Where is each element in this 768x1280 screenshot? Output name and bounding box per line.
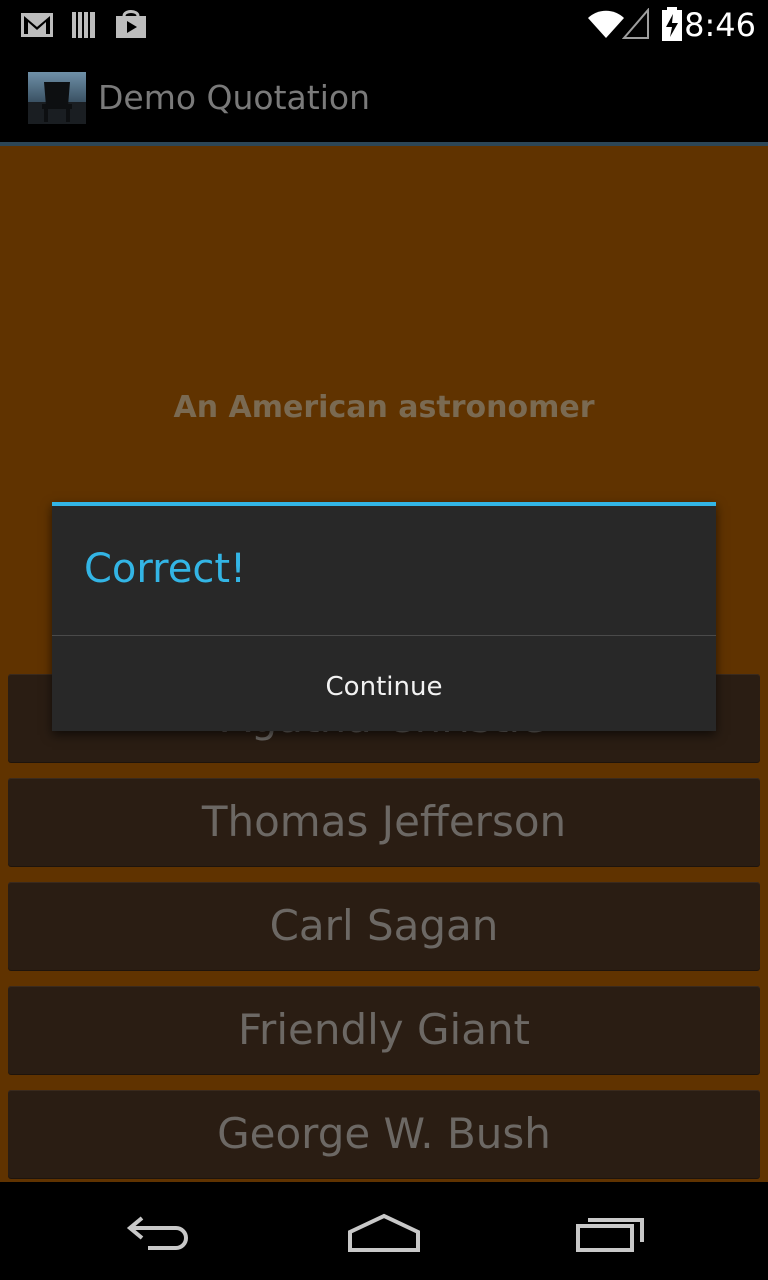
signal-icon (622, 8, 649, 39)
dialog-accent-line (52, 502, 716, 506)
status-bar: 8:46 (0, 0, 768, 50)
answer-button[interactable]: Carl Sagan (8, 882, 760, 970)
app-title: Demo Quotation (98, 78, 370, 117)
navigation-bar (0, 1182, 768, 1280)
status-time: 8:46 (684, 6, 756, 44)
play-store-icon (116, 10, 146, 38)
action-bar: Demo Quotation (0, 50, 768, 142)
wifi-icon (588, 10, 624, 38)
answer-button[interactable]: Friendly Giant (8, 986, 760, 1074)
continue-button[interactable]: Continue (52, 636, 716, 731)
recents-icon[interactable] (574, 1212, 646, 1254)
result-dialog: Correct! Continue (52, 502, 716, 731)
quote-clue: An American astronomer (173, 390, 595, 425)
battery-charging-icon (662, 7, 682, 41)
app-chair-icon[interactable] (28, 72, 86, 124)
dialog-title: Correct! (84, 546, 247, 592)
answer-button[interactable]: George W. Bush (8, 1090, 760, 1178)
gmail-icon (21, 13, 53, 37)
answer-button[interactable]: Thomas Jefferson (8, 778, 760, 866)
home-icon[interactable] (346, 1212, 422, 1254)
library-icon (72, 12, 95, 38)
back-icon[interactable] (124, 1212, 196, 1252)
